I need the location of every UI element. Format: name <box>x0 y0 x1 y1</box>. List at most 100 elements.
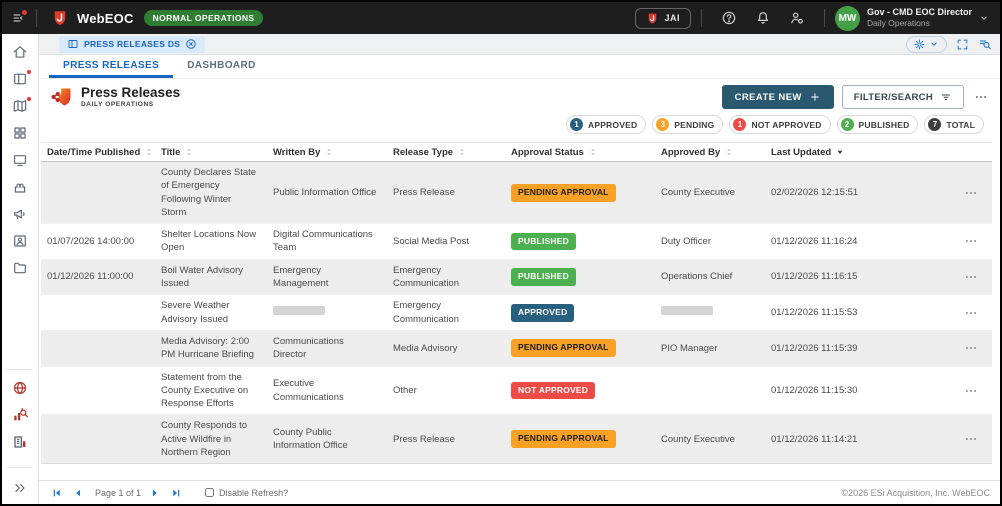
column-label: Date/Time Published <box>47 147 140 158</box>
apps-icon[interactable] <box>12 125 28 141</box>
page-prev-icon[interactable] <box>72 487 84 499</box>
column-header-approval-status[interactable]: Approval Status <box>505 143 655 161</box>
jai-label: JAI <box>664 13 680 23</box>
maps-icon[interactable] <box>12 98 28 114</box>
cell-date-time-published: 01/07/2026 14:00:00 <box>41 231 155 252</box>
user-menu[interactable]: MW Gov - CMD EOC Director Daily Operatio… <box>835 6 990 31</box>
boards-icon[interactable] <box>12 71 28 87</box>
board-search-icon[interactable] <box>978 37 992 51</box>
tab-press-releases[interactable]: PRESS RELEASES <box>49 55 173 78</box>
contacts-icon[interactable] <box>12 233 28 249</box>
data-search-icon[interactable] <box>12 407 28 423</box>
table-row[interactable]: Statement from the County Executive on R… <box>41 367 992 416</box>
sort-icon <box>587 146 599 158</box>
disable-refresh-checkbox[interactable] <box>205 488 214 497</box>
press-releases-board-icon <box>51 86 73 108</box>
jai-assistant-button[interactable]: JAI <box>635 8 691 29</box>
table-row[interactable]: Severe Weather Advisory IssuedEmergency … <box>41 295 992 331</box>
megaphone-icon[interactable] <box>12 206 28 222</box>
board-more-options-icon[interactable] <box>974 90 988 104</box>
table-row[interactable]: 01/12/2026 11:00:00Boil Water Advisory I… <box>41 260 992 296</box>
create-new-label: CREATE NEW <box>735 92 802 103</box>
cell-release-type: Press Release <box>387 429 505 450</box>
geo-globe-icon[interactable] <box>12 380 28 396</box>
main-menu-icon[interactable] <box>10 10 26 26</box>
cell-title: Statement from the County Executive on R… <box>155 367 267 415</box>
sort-icon <box>456 146 468 158</box>
table-row[interactable]: Media Advisory: 2:00 PM Hurricane Briefi… <box>41 331 992 367</box>
cell-written-by: Emergency Management <box>267 260 387 295</box>
close-tab-icon[interactable] <box>185 38 197 50</box>
status-badge: APPROVED <box>511 304 574 322</box>
row-more-options-icon[interactable] <box>952 230 992 252</box>
column-label: Approval Status <box>511 147 584 158</box>
row-more-options-icon[interactable] <box>952 428 992 450</box>
row-more-options-icon[interactable] <box>952 266 992 288</box>
workspace-bar-actions <box>906 36 992 53</box>
cell-release-type: Emergency Communication <box>387 295 505 330</box>
row-more-options-icon[interactable] <box>952 182 992 204</box>
board-settings-button[interactable] <box>906 36 947 53</box>
table-row[interactable]: County Responds to Active Wildfire in No… <box>41 415 992 464</box>
workspace-tab-press-releases-ds[interactable]: PRESS RELEASES DS <box>59 36 205 53</box>
cell-approval-status: PUBLISHED <box>505 229 655 255</box>
row-more-options-icon[interactable] <box>952 337 992 359</box>
column-header-title[interactable]: Title <box>155 143 267 161</box>
summary-badge-approved[interactable]: 1APPROVED <box>566 115 646 134</box>
summary-badge-row: 1APPROVED 3PENDING 1NOT APPROVED 2PUBLISHED… <box>39 113 1000 140</box>
notifications-bell-icon[interactable] <box>755 10 771 26</box>
org-reports-icon[interactable] <box>12 434 28 450</box>
left-sidebar <box>2 34 39 504</box>
table-row[interactable]: 01/07/2026 14:00:00Shelter Locations Now… <box>41 224 992 260</box>
create-new-button[interactable]: CREATE NEW <box>722 85 834 109</box>
plugins-icon[interactable] <box>12 179 28 195</box>
summary-badge-pending[interactable]: 3PENDING <box>652 115 723 134</box>
disable-refresh-label: Disable Refresh? <box>219 488 288 498</box>
user-name: Gov - CMD EOC Director <box>867 7 972 18</box>
badge-label: TOTAL <box>946 120 975 130</box>
board-content: Press Releases DAILY OPERATIONS CREATE N… <box>39 79 1000 480</box>
user-roles-icon[interactable] <box>789 10 805 26</box>
files-icon[interactable] <box>12 260 28 276</box>
displays-icon[interactable] <box>12 152 28 168</box>
column-header-approved-by[interactable]: Approved By <box>655 143 765 161</box>
redacted-value <box>273 306 325 315</box>
page-last-icon[interactable] <box>170 487 182 499</box>
cell-title: County Responds to Active Wildfire in No… <box>155 415 267 463</box>
cell-approved-by <box>655 302 765 323</box>
column-header-last-updated[interactable]: Last Updated <box>765 143 952 161</box>
status-badge: PENDING APPROVAL <box>511 184 616 202</box>
cell-release-type: Press Release <box>387 182 505 203</box>
topbar-divider <box>36 9 37 27</box>
status-badge: PENDING APPROVAL <box>511 339 616 357</box>
table-row[interactable]: County Declares State of Emergency Follo… <box>41 162 992 224</box>
help-icon[interactable] <box>721 10 737 26</box>
column-header-written-by[interactable]: Written By <box>267 143 387 161</box>
tab-dashboard[interactable]: DASHBOARD <box>173 55 270 78</box>
summary-badge-total[interactable]: 7TOTAL <box>924 115 984 134</box>
sidebar-expand-icon[interactable] <box>12 480 28 496</box>
row-more-options-icon[interactable] <box>952 302 992 324</box>
cell-last-updated: 01/12/2026 11:16:15 <box>765 266 952 287</box>
table-header-row: Date/Time Published Title Written By Releas… <box>41 142 992 162</box>
row-more-options-icon[interactable] <box>952 380 992 402</box>
cell-title: Boil Water Advisory Issued <box>155 260 267 295</box>
home-icon[interactable] <box>12 44 28 60</box>
fullscreen-icon[interactable] <box>956 38 969 51</box>
column-label: Written By <box>273 147 320 158</box>
page-first-icon[interactable] <box>51 487 63 499</box>
column-header-date-time-published[interactable]: Date/Time Published <box>41 143 155 161</box>
cell-approval-status: PENDING APPROVAL <box>505 335 655 361</box>
filter-search-label: FILTER/SEARCH <box>854 92 933 103</box>
sort-icon <box>143 146 155 158</box>
menu-notification-dot <box>22 10 27 15</box>
column-header-release-type[interactable]: Release Type <box>387 143 505 161</box>
summary-badge-not-approved[interactable]: 1NOT APPROVED <box>729 115 830 134</box>
cell-last-updated: 01/12/2026 11:16:24 <box>765 231 952 252</box>
summary-badge-published[interactable]: 2PUBLISHED <box>837 115 919 134</box>
filter-search-button[interactable]: FILTER/SEARCH <box>842 85 964 109</box>
page-next-icon[interactable] <box>149 487 161 499</box>
jai-shield-icon <box>646 12 659 25</box>
cell-date-time-published <box>41 309 155 317</box>
cell-approved-by <box>655 387 765 395</box>
